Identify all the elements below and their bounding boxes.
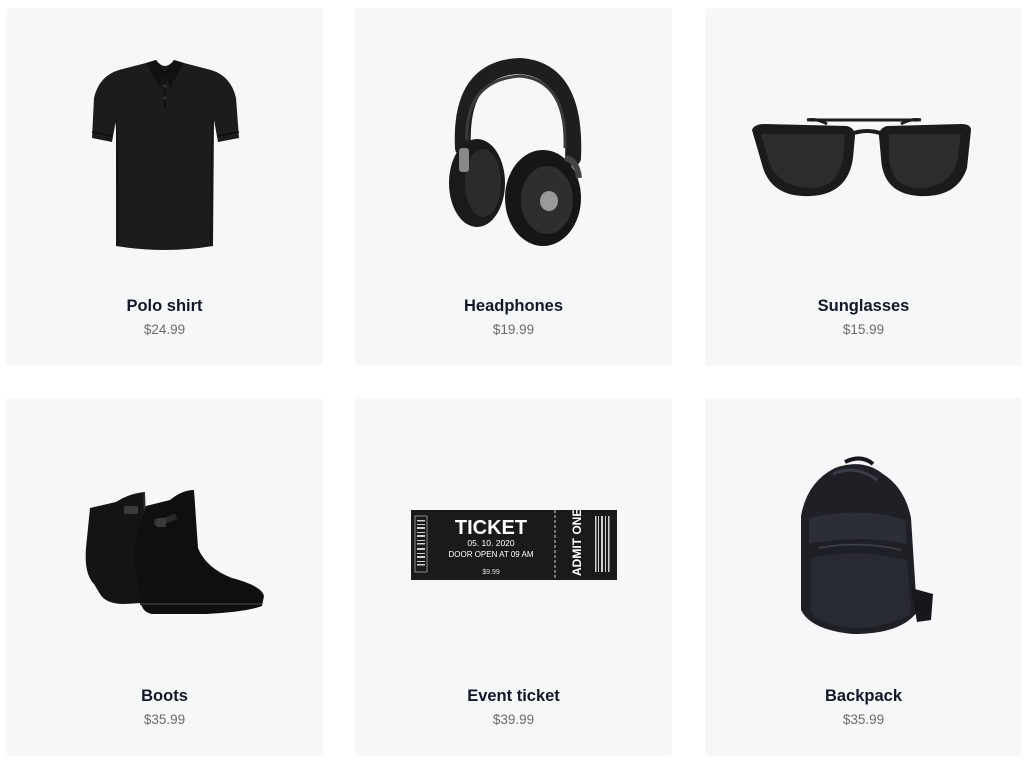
headphones-icon — [449, 57, 582, 246]
product-price: $39.99 — [492, 712, 535, 727]
product-name[interactable]: Boots — [6, 687, 323, 706]
event-ticket-icon: TICKET 05. 10. 2020 DOOR OPEN AT 09 AM $… — [411, 509, 617, 580]
product-card-event-ticket[interactable]: TICKET 05. 10. 2020 DOOR OPEN AT 09 AM $… — [355, 398, 672, 756]
product-grid: Polo shirt $24.99 Headphones $19.99 Sung… — [6, 8, 1024, 758]
product-image[interactable] — [6, 398, 323, 678]
product-image[interactable] — [705, 8, 1022, 288]
ticket-stub: ADMIT ONE — [570, 509, 584, 576]
ticket-date: 05. 10. 2020 — [467, 538, 515, 548]
product-image[interactable] — [355, 8, 672, 288]
product-name[interactable]: Polo shirt — [6, 297, 323, 316]
product-price: $35.99 — [842, 712, 885, 727]
product-price: $35.99 — [143, 712, 186, 727]
product-card-polo-shirt[interactable]: Polo shirt $24.99 — [6, 8, 323, 366]
polo-shirt-icon — [91, 60, 240, 250]
product-name[interactable]: Backpack — [705, 687, 1022, 706]
backpack-icon — [801, 456, 933, 634]
product-name[interactable]: Headphones — [355, 297, 672, 316]
product-card-headphones[interactable]: Headphones $19.99 — [355, 8, 672, 366]
product-image[interactable] — [705, 398, 1022, 678]
ticket-title: TICKET — [455, 517, 527, 539]
product-name[interactable]: Sunglasses — [705, 297, 1022, 316]
boots-icon — [85, 490, 264, 614]
product-card-sunglasses[interactable]: Sunglasses $15.99 — [705, 8, 1022, 366]
product-image[interactable]: TICKET 05. 10. 2020 DOOR OPEN AT 09 AM $… — [355, 398, 672, 678]
product-name[interactable]: Event ticket — [355, 687, 672, 706]
product-image[interactable] — [6, 8, 323, 288]
ticket-door: DOOR OPEN AT 09 AM — [448, 550, 533, 559]
product-card-boots[interactable]: Boots $35.99 — [6, 398, 323, 756]
product-price: $15.99 — [842, 322, 885, 337]
product-card-backpack[interactable]: Backpack $35.99 — [705, 398, 1022, 756]
product-price: $19.99 — [492, 322, 535, 337]
sunglasses-icon — [752, 118, 971, 197]
ticket-price: $9.99 — [482, 569, 500, 576]
product-price: $24.99 — [143, 322, 186, 337]
